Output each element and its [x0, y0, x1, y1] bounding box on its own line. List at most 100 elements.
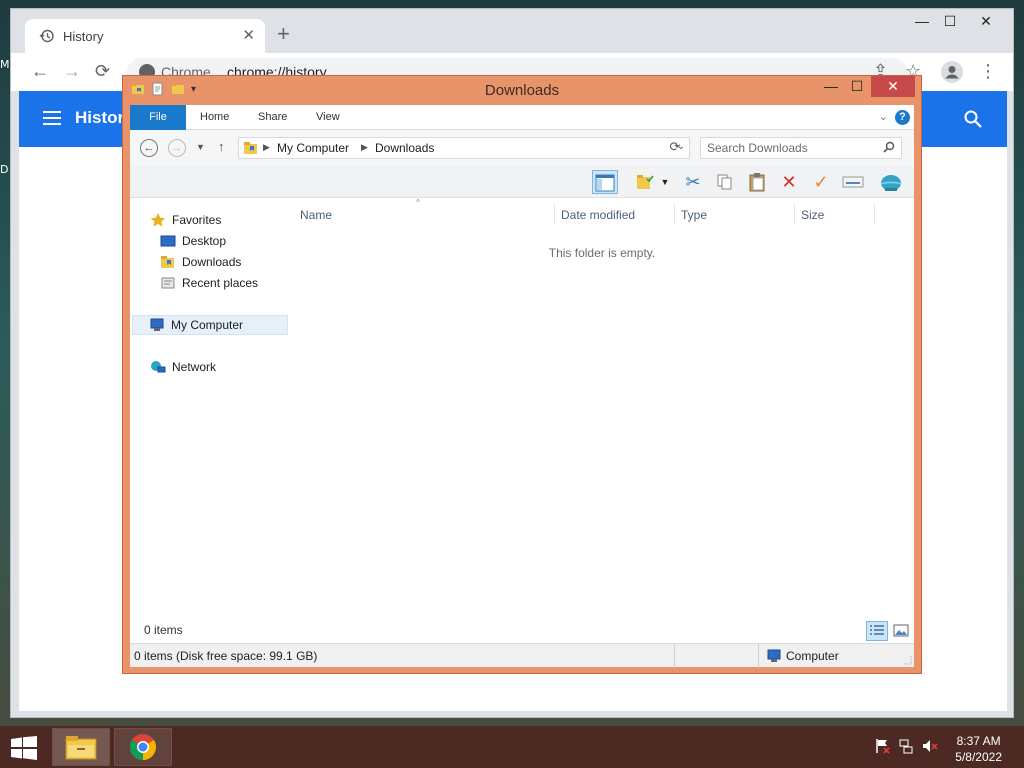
- action-center-flag-icon[interactable]: [874, 738, 890, 754]
- volume-muted-icon[interactable]: [922, 738, 938, 754]
- large-icons-view-button[interactable]: [890, 621, 912, 641]
- back-arrow-icon[interactable]: ←: [140, 139, 158, 157]
- status-bar: 0 items (Disk free space: 99.1 GB) Compu…: [130, 643, 914, 668]
- nav-favorites[interactable]: Favorites: [150, 210, 221, 230]
- new-tab-button[interactable]: +: [277, 23, 290, 45]
- desktop-edge-text: M: [0, 58, 10, 71]
- up-arrow-icon[interactable]: ↑: [218, 139, 225, 154]
- item-count-row: 0 items: [130, 617, 914, 643]
- nav-label: My Computer: [171, 318, 244, 332]
- search-input[interactable]: [707, 141, 877, 155]
- system-clock[interactable]: 8:37 AM 5/8/2022: [955, 733, 1002, 765]
- explorer-maximize-button[interactable]: ☐: [843, 78, 871, 98]
- column-header-name[interactable]: Name: [300, 208, 332, 222]
- column-divider[interactable]: [554, 204, 555, 224]
- column-divider[interactable]: [794, 204, 795, 224]
- clock-date: 5/8/2022: [955, 750, 1002, 764]
- select-folder-button[interactable]: [632, 170, 658, 194]
- chrome-minimize-button[interactable]: —: [907, 13, 937, 29]
- recent-locations-icon[interactable]: ▼: [196, 142, 205, 152]
- hamburger-menu-icon[interactable]: [43, 111, 61, 125]
- window-title: Downloads: [484, 82, 560, 99]
- nav-my-computer[interactable]: My Computer: [132, 315, 288, 335]
- tab-title: History: [63, 29, 104, 44]
- explorer-titlebar[interactable]: ▾ Downloads — ☐ ✕: [123, 76, 921, 104]
- column-divider[interactable]: [874, 204, 875, 224]
- ribbon-expand-chevron-icon[interactable]: ⌄: [879, 110, 888, 123]
- nav-network[interactable]: Network: [150, 357, 216, 377]
- history-icon: [39, 29, 54, 43]
- reload-button[interactable]: ⟳: [95, 61, 110, 82]
- preview-pane-icon: [595, 174, 615, 192]
- status-divider: [674, 644, 675, 668]
- rename-check-icon[interactable]: ✓: [808, 170, 834, 194]
- chrome-close-button[interactable]: ✕: [971, 13, 1001, 30]
- tab-history[interactable]: History ✕: [25, 19, 265, 53]
- properties-button[interactable]: [840, 170, 866, 194]
- star-icon: [150, 213, 166, 227]
- search-icon[interactable]: [963, 109, 983, 129]
- nav-label: Favorites: [172, 213, 222, 227]
- select-dropdown-icon[interactable]: ▼: [658, 170, 672, 194]
- windows-start-icon[interactable]: [10, 736, 38, 760]
- network-status-icon[interactable]: [898, 738, 914, 754]
- large-icons-view-icon: [893, 624, 909, 637]
- nav-recent-places[interactable]: Recent places: [160, 273, 258, 293]
- help-icon[interactable]: ?: [895, 110, 910, 125]
- taskbar: 8:37 AM 5/8/2022: [0, 726, 1024, 768]
- address-bar[interactable]: ▶ My Computer ▶ Downloads ⌄: [238, 137, 690, 159]
- breadcrumb-downloads[interactable]: Downloads: [375, 141, 434, 155]
- column-divider[interactable]: [674, 204, 675, 224]
- item-count: 0 items: [144, 623, 183, 637]
- tab-close-icon[interactable]: ✕: [242, 26, 255, 44]
- chrome-maximize-button[interactable]: ☐: [935, 13, 965, 30]
- explorer-close-button[interactable]: ✕: [871, 76, 915, 97]
- chrome-menu-button[interactable]: ⋮: [979, 61, 997, 82]
- shell-button[interactable]: [878, 170, 904, 194]
- delete-icon[interactable]: ✕: [776, 170, 802, 194]
- taskbar-file-explorer[interactable]: [52, 728, 110, 766]
- refresh-icon[interactable]: ⟳: [664, 137, 686, 159]
- back-button[interactable]: ←: [31, 61, 49, 82]
- preview-pane-button[interactable]: [592, 170, 618, 194]
- properties-card-icon: [842, 176, 864, 188]
- details-view-button[interactable]: [866, 621, 888, 641]
- nav-desktop[interactable]: Desktop: [160, 231, 226, 251]
- resize-grip-icon[interactable]: [902, 655, 912, 665]
- breadcrumb-chevron-icon[interactable]: ▶: [361, 142, 368, 153]
- breadcrumb-my-computer[interactable]: My Computer: [277, 141, 349, 155]
- column-header-date-modified[interactable]: Date modified: [561, 208, 635, 222]
- recent-places-icon: [161, 277, 175, 289]
- computer-icon: [767, 649, 781, 662]
- cut-icon[interactable]: ✂: [680, 170, 706, 194]
- tab-view[interactable]: View: [316, 105, 340, 130]
- tab-home[interactable]: Home: [200, 105, 229, 130]
- ribbon-tabs: File Home Share View ⌄ ?: [130, 105, 914, 130]
- column-header-type[interactable]: Type: [681, 208, 707, 222]
- downloads-folder-icon: [161, 256, 174, 268]
- network-icon: [151, 361, 166, 373]
- forward-button[interactable]: →: [63, 61, 81, 82]
- forward-arrow-icon[interactable]: →: [168, 139, 186, 157]
- navigation-pane: Favorites Desktop Downloads Recent place…: [130, 200, 290, 615]
- breadcrumb-chevron-icon[interactable]: ▶: [263, 142, 270, 153]
- nav-downloads[interactable]: Downloads: [160, 252, 241, 272]
- profile-avatar-icon[interactable]: [941, 61, 963, 83]
- paste-button[interactable]: [744, 170, 770, 194]
- desktop-edge-text: D: [0, 163, 9, 176]
- column-header-size[interactable]: Size: [801, 208, 824, 222]
- paste-icon: [749, 173, 765, 192]
- status-zone: Computer: [786, 649, 839, 663]
- copy-icon: [717, 174, 732, 190]
- explorer-minimize-button[interactable]: —: [817, 78, 845, 98]
- search-box[interactable]: [700, 137, 902, 159]
- address-row: ← → ▼ ↑ ▶ My Computer ▶ Downloads ⌄ ⟳: [130, 130, 914, 166]
- taskbar-google-chrome[interactable]: [114, 728, 172, 766]
- nav-label: Recent places: [182, 276, 259, 290]
- folder-check-icon: [637, 175, 654, 189]
- shell-globe-icon: [880, 175, 902, 191]
- copy-button[interactable]: [712, 170, 738, 194]
- tab-file[interactable]: File: [130, 105, 186, 130]
- magnifier-icon: [883, 141, 895, 153]
- tab-share[interactable]: Share: [258, 105, 287, 130]
